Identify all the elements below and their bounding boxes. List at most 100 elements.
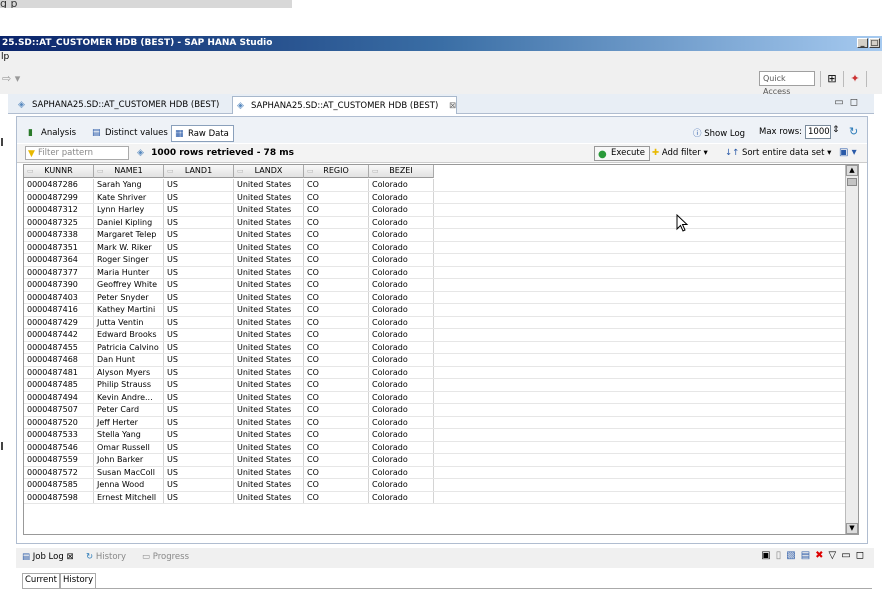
table-cell[interactable]: CO (304, 341, 369, 353)
scroll-down-icon[interactable]: ▼ (846, 523, 858, 534)
table-cell[interactable]: US (164, 454, 234, 466)
table-cell[interactable]: Colorado (369, 266, 434, 278)
save-icon[interactable]: ▣ ▾ (839, 147, 857, 158)
vertical-scrollbar[interactable]: ▲ ▼ (845, 165, 858, 534)
table-cell[interactable]: 0000487390 (24, 279, 94, 291)
table-cell[interactable]: United States (234, 341, 304, 353)
column-header[interactable]: ▭ KUNNR (24, 165, 94, 178)
document-icon[interactable]: ▯ (776, 550, 782, 561)
table-cell[interactable]: Dan Hunt (94, 354, 164, 366)
table-cell[interactable]: US (164, 304, 234, 316)
table-cell[interactable]: 0000487377 (24, 266, 94, 278)
table-cell[interactable]: United States (234, 354, 304, 366)
maximize-icon[interactable]: ◻ (850, 97, 864, 108)
table-cell[interactable]: United States (234, 491, 304, 503)
table-cell[interactable]: Jeff Herter (94, 416, 164, 428)
table-cell[interactable]: United States (234, 404, 304, 416)
column-header[interactable]: ▭ LANDX (234, 165, 304, 178)
table-cell[interactable]: US (164, 366, 234, 378)
scroll-up-icon[interactable]: ▲ (846, 165, 858, 176)
table-cell[interactable]: Maria Hunter (94, 266, 164, 278)
table-row[interactable]: 0000487416 Kathey Martini US United States C… (24, 304, 846, 317)
table-cell[interactable]: CO (304, 429, 369, 441)
close-icon[interactable]: ⊠ (66, 552, 73, 562)
table-cell[interactable]: US (164, 216, 234, 228)
table-cell[interactable]: US (164, 466, 234, 478)
table-row[interactable]: 0000487585 Jenna Wood US United States CO Col… (24, 479, 846, 492)
table-cell[interactable]: CO (304, 254, 369, 266)
column-header[interactable]: ▭ NAME1 (94, 165, 164, 178)
table-cell[interactable]: Daniel Kipling (94, 216, 164, 228)
table-cell[interactable]: Jutta Ventin (94, 316, 164, 328)
table-cell[interactable]: CO (304, 216, 369, 228)
table-cell[interactable]: Patricia Calvino (94, 341, 164, 353)
table-row[interactable]: 0000487338 Margaret Telep US United States C… (24, 229, 846, 242)
table-cell[interactable]: CO (304, 441, 369, 453)
table-cell[interactable]: CO (304, 266, 369, 278)
table-cell[interactable]: 0000487325 (24, 216, 94, 228)
delete-icon[interactable]: ✖ (815, 550, 823, 561)
maximize-icon[interactable]: ◻ (856, 550, 864, 561)
table-cell[interactable]: United States (234, 241, 304, 253)
table-cell[interactable]: CO (304, 291, 369, 303)
table-cell[interactable]: 0000487559 (24, 454, 94, 466)
table-cell[interactable]: Colorado (369, 441, 434, 453)
table-row[interactable]: 0000487533 Stella Yang US United States CO Co… (24, 429, 846, 442)
table-cell[interactable]: CO (304, 491, 369, 503)
table-cell[interactable]: Colorado (369, 341, 434, 353)
table-cell[interactable]: Colorado (369, 216, 434, 228)
column-header[interactable]: ▭ REGIO (304, 165, 369, 178)
close-icon[interactable]: ⊠ (449, 101, 456, 111)
table-cell[interactable]: Colorado (369, 391, 434, 403)
details-icon[interactable]: ▤ (801, 550, 810, 561)
table-row[interactable]: 0000487312 Lynn Harley US United States CO Co… (24, 204, 846, 217)
sort-entire-data-set-checkbox[interactable]: ↓↑ Sort entire data set ▾ (725, 148, 831, 158)
table-row[interactable]: 0000487494 Kevin Andre... US United States C… (24, 391, 846, 404)
table-cell[interactable]: Jenna Wood (94, 479, 164, 491)
table-row[interactable]: 0000487507 Peter Card US United States CO Col… (24, 404, 846, 417)
table-cell[interactable]: Kathey Martini (94, 304, 164, 316)
column-header[interactable]: ▭ LAND1 (164, 165, 234, 178)
table-cell[interactable]: 0000487286 (24, 179, 94, 191)
table-cell[interactable]: US (164, 204, 234, 216)
table-cell[interactable]: United States (234, 441, 304, 453)
table-cell[interactable]: 0000487572 (24, 466, 94, 478)
table-cell[interactable]: 0000487468 (24, 354, 94, 366)
table-row[interactable]: 0000487520 Jeff Herter US United States CO Co… (24, 416, 846, 429)
table-cell[interactable]: CO (304, 354, 369, 366)
table-row[interactable]: 0000487429 Jutta Ventin US United States CO C… (24, 316, 846, 329)
table-cell[interactable]: US (164, 404, 234, 416)
table-cell[interactable]: United States (234, 366, 304, 378)
table-cell[interactable]: Colorado (369, 354, 434, 366)
table-cell[interactable]: United States (234, 216, 304, 228)
table-cell[interactable]: 0000487312 (24, 204, 94, 216)
table-cell[interactable]: 0000487533 (24, 429, 94, 441)
table-cell[interactable]: 0000487494 (24, 391, 94, 403)
table-cell[interactable]: Kevin Andre... (94, 391, 164, 403)
maximize-icon[interactable]: □ (869, 38, 880, 48)
table-cell[interactable]: CO (304, 304, 369, 316)
show-log-button[interactable]: ⓘ Show Log (693, 127, 745, 139)
table-cell[interactable]: United States (234, 466, 304, 478)
table-cell[interactable]: 0000487351 (24, 241, 94, 253)
table-cell[interactable]: United States (234, 454, 304, 466)
table-cell[interactable]: United States (234, 329, 304, 341)
table-row[interactable]: 0000487598 Ernest Mitchell US United States… (24, 491, 846, 504)
table-row[interactable]: 0000487546 Omar Russell US United States CO C… (24, 441, 846, 454)
table-cell[interactable]: CO (304, 479, 369, 491)
table-cell[interactable]: Colorado (369, 229, 434, 241)
tab-analysis[interactable]: ▮ Analysis (25, 125, 80, 142)
table-cell[interactable]: John Barker (94, 454, 164, 466)
table-cell[interactable]: 0000487481 (24, 366, 94, 378)
table-cell[interactable]: United States (234, 254, 304, 266)
table-cell[interactable]: Colorado (369, 429, 434, 441)
table-cell[interactable]: Edward Brooks (94, 329, 164, 341)
table-cell[interactable]: 0000487429 (24, 316, 94, 328)
table-row[interactable]: 0000487351 Mark W. Riker US United States CO… (24, 241, 846, 254)
table-cell[interactable]: Susan MacColl (94, 466, 164, 478)
minimize-icon[interactable]: ▭ (834, 97, 849, 108)
quick-access-input[interactable]: Quick Access (759, 71, 815, 96)
table-cell[interactable]: Lynn Harley (94, 204, 164, 216)
table-cell[interactable]: Colorado (369, 241, 434, 253)
table-cell[interactable]: CO (304, 366, 369, 378)
